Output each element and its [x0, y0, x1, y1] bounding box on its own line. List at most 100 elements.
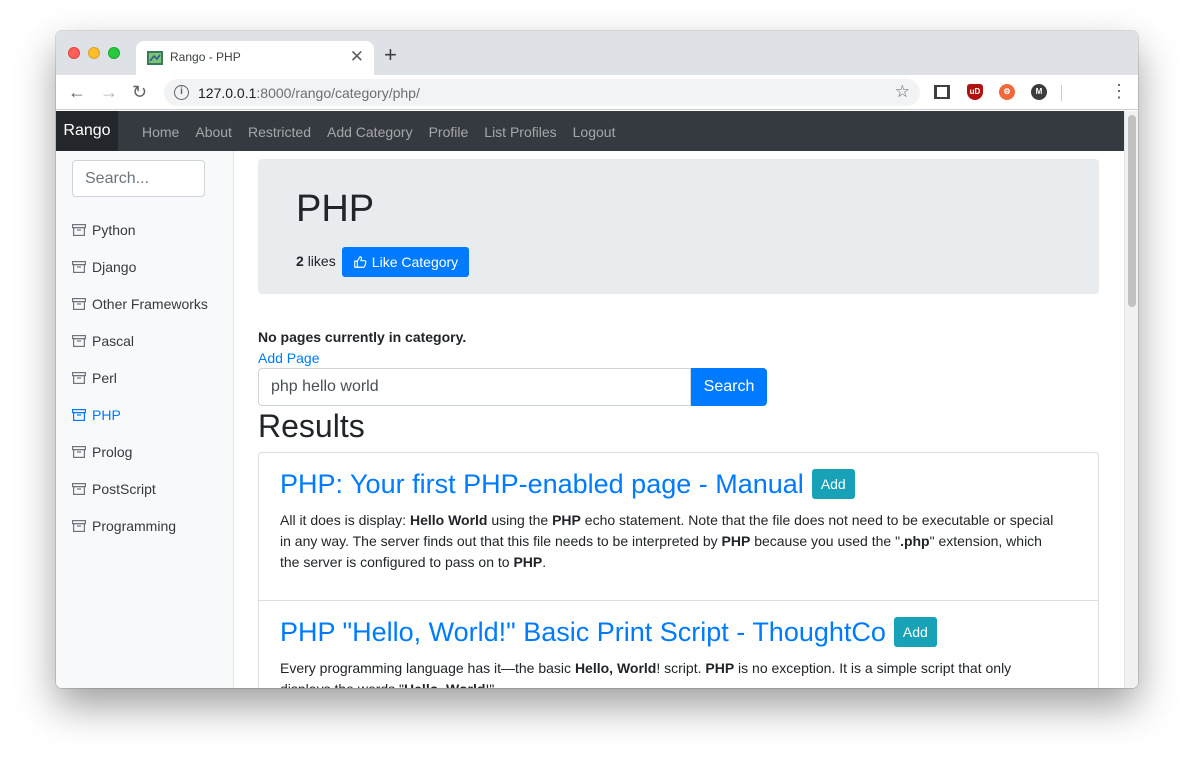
sidebar-item-label: PostScript: [92, 480, 156, 497]
url-text: 127.0.0.1:8000/rango/category/php/: [198, 85, 420, 101]
nav-link-profile[interactable]: Profile: [429, 111, 469, 151]
sidebar-item-php[interactable]: PHP: [72, 396, 208, 433]
sidebar-item-postscript[interactable]: PostScript: [72, 470, 208, 507]
search-result: PHP: Your first PHP-enabled page - Manua…: [259, 453, 1098, 601]
minimize-window-button[interactable]: [88, 47, 100, 59]
result-title-link[interactable]: PHP "Hello, World!" Basic Print Script -…: [280, 613, 886, 651]
add-page-link[interactable]: Add Page: [258, 350, 320, 366]
snippet-text: All it does is display:: [280, 512, 410, 528]
close-window-button[interactable]: [68, 47, 80, 59]
nav-links: Home About Restricted Add Category Profi…: [142, 111, 615, 151]
snippet-text: .: [542, 554, 547, 570]
nav-link-add-category[interactable]: Add Category: [327, 111, 413, 151]
ublock-icon[interactable]: uD: [967, 84, 983, 100]
sidebar-item-label: Prolog: [92, 443, 133, 460]
lifebuoy-extension-icon[interactable]: ⚙: [999, 84, 1015, 100]
browser-window: Rango - PHP ✕ + ← → ↻ i 127.0.0.1:8000/r…: [56, 31, 1138, 688]
archive-icon: [72, 519, 86, 532]
thumbs-up-icon: [353, 256, 367, 268]
nav-link-about[interactable]: About: [195, 111, 232, 151]
archive-icon: [72, 334, 86, 347]
snippet-text: Hello, World: [404, 681, 485, 688]
sidebar-item-python[interactable]: Python: [72, 211, 208, 248]
archive-icon: [72, 482, 86, 495]
archive-icon: [72, 371, 86, 384]
sidebar-item-pascal[interactable]: Pascal: [72, 322, 208, 359]
sidebar-item-prolog[interactable]: Prolog: [72, 433, 208, 470]
result-snippet: All it does is display: Hello World usin…: [280, 510, 1060, 573]
new-tab-button[interactable]: +: [384, 43, 397, 67]
sidebar-item-label: Other Frameworks: [92, 295, 208, 312]
sidebar-search-input[interactable]: Search...: [72, 160, 205, 197]
sidebar-item-label: Django: [92, 258, 137, 275]
snippet-text: ! script.: [656, 660, 706, 676]
snippet-text: Hello World: [409, 512, 488, 528]
address-bar[interactable]: i 127.0.0.1:8000/rango/category/php/ ☆: [164, 79, 920, 106]
archive-icon: [72, 408, 86, 421]
browser-toolbar: ← → ↻ i 127.0.0.1:8000/rango/category/ph…: [56, 75, 1138, 110]
web-search-input[interactable]: php hello world: [258, 368, 691, 406]
archive-icon: [72, 223, 86, 236]
snippet-text: PHP: [513, 554, 543, 570]
nav-link-home[interactable]: Home: [142, 111, 179, 151]
snippet-text: Every programming language has it—the ba…: [280, 660, 575, 676]
sidebar-item-django[interactable]: Django: [72, 248, 208, 285]
category-title: PHP: [296, 188, 375, 230]
archive-icon: [72, 445, 86, 458]
snippet-text: !": [485, 681, 494, 688]
toolbar-separator: [1061, 85, 1062, 101]
results-heading: Results: [258, 408, 365, 444]
likes-count: 2 likes: [296, 253, 336, 269]
page-scrollbar[interactable]: [1124, 111, 1138, 688]
tab-close-icon[interactable]: ✕: [350, 47, 364, 67]
add-result-button[interactable]: Add: [893, 617, 937, 647]
sidebar-item-label: Python: [92, 221, 136, 238]
zoom-window-button[interactable]: [108, 47, 120, 59]
category-sidebar: Search... Python Django Other Frameworks Pa…: [56, 151, 234, 688]
brand-link[interactable]: Rango: [56, 111, 118, 151]
add-result-button[interactable]: Add: [811, 469, 855, 499]
window-controls: [68, 47, 120, 59]
nav-link-restricted[interactable]: Restricted: [248, 111, 311, 151]
bookmark-star-icon[interactable]: ☆: [895, 82, 910, 102]
result-snippet: Every programming language has it—the ba…: [280, 658, 1060, 688]
sidebar-item-label: Perl: [92, 369, 117, 386]
no-pages-message: No pages currently in category.: [258, 329, 467, 345]
sidebar-item-label: Programming: [92, 517, 177, 534]
tab-strip: Rango - PHP ✕ +: [56, 31, 1138, 75]
browser-tab[interactable]: Rango - PHP ✕: [136, 41, 374, 75]
sidebar-item-label: Pascal: [92, 332, 135, 349]
favicon-icon: [147, 51, 163, 65]
screen-capture-icon[interactable]: [934, 85, 950, 99]
snippet-text: .php: [900, 533, 930, 549]
snippet-text: PHP: [705, 660, 735, 676]
archive-icon: [72, 297, 86, 310]
like-category-button[interactable]: Like Category: [342, 247, 469, 277]
nav-link-logout[interactable]: Logout: [573, 111, 616, 151]
search-button[interactable]: Search: [691, 368, 767, 406]
forward-arrow-icon[interactable]: →: [100, 82, 118, 102]
nav-link-list-profiles[interactable]: List Profiles: [484, 111, 556, 151]
results-list: PHP: Your first PHP-enabled page - Manua…: [258, 452, 1099, 688]
search-result: PHP "Hello, World!" Basic Print Script -…: [259, 601, 1098, 688]
tab-title: Rango - PHP: [170, 50, 241, 64]
sidebar-item-other-frameworks[interactable]: Other Frameworks: [72, 285, 208, 322]
archive-icon: [72, 260, 86, 273]
main-content: PHP 2 likes Like Category No pages curre…: [258, 151, 1101, 688]
category-header: PHP 2 likes Like Category: [258, 159, 1099, 294]
m-extension-icon[interactable]: M: [1031, 84, 1047, 100]
result-title-link[interactable]: PHP: Your first PHP-enabled page - Manua…: [280, 465, 804, 503]
snippet-text: PHP: [552, 512, 581, 528]
scrollbar-thumb[interactable]: [1128, 115, 1136, 307]
sidebar-item-perl[interactable]: Perl: [72, 359, 208, 396]
reload-icon[interactable]: ↻: [132, 82, 147, 102]
snippet-text: PHP: [721, 533, 751, 549]
like-category-label: Like Category: [371, 254, 459, 270]
back-arrow-icon[interactable]: ←: [68, 82, 86, 102]
snippet-text: using the: [487, 512, 553, 528]
page-viewport: Rango Home About Restricted Add Category…: [56, 111, 1138, 688]
site-info-icon[interactable]: i: [174, 85, 189, 100]
sidebar-item-programming[interactable]: Programming: [72, 507, 208, 544]
snippet-text: because you used the ": [750, 533, 901, 549]
browser-menu-icon[interactable]: ⋮: [1110, 80, 1128, 102]
